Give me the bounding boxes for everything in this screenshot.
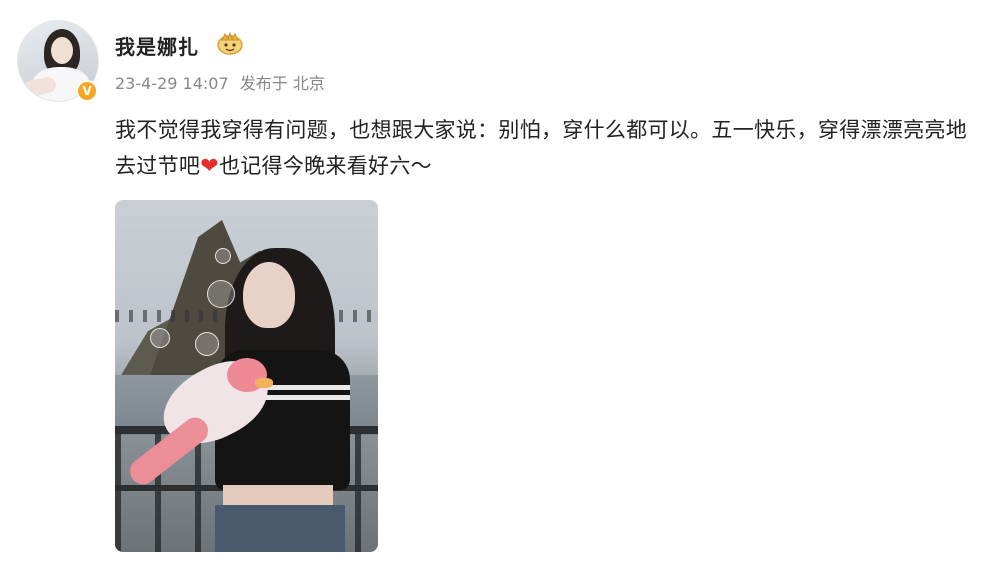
red-heart-icon: ❤ xyxy=(200,154,219,179)
image-top-stripe xyxy=(265,385,350,390)
image-bubble xyxy=(195,332,219,356)
image-bubble xyxy=(207,280,235,308)
avatar-face xyxy=(51,37,73,64)
image-top-stripe xyxy=(265,395,350,400)
post-content: 我不觉得我穿得有问题，也想跟大家说：别怕，穿什么都可以。五一快乐，穿得漂漂亮亮地… xyxy=(115,112,975,185)
image-bubble xyxy=(215,248,231,264)
crown-badge-icon[interactable] xyxy=(215,31,245,55)
weibo-post: V 我是娜扎 23-4-29 14:07 发布于 北京 我不觉得我穿得有问题，也… xyxy=(0,0,1000,567)
post-image[interactable] xyxy=(115,200,378,552)
verified-badge-icon: V xyxy=(76,80,98,102)
image-person-waist xyxy=(223,485,333,507)
post-date[interactable]: 23-4-29 14:07 xyxy=(115,74,229,93)
post-text-part2: 也记得今晚来看好六～ xyxy=(218,154,432,178)
image-person-jeans xyxy=(215,505,345,552)
image-toy-beak xyxy=(255,378,273,388)
username[interactable]: 我是娜扎 xyxy=(115,31,199,60)
image-person-face xyxy=(243,262,295,328)
image-bubble xyxy=(150,328,170,348)
post-location: 发布于 北京 xyxy=(239,74,325,93)
post-meta: 23-4-29 14:07 发布于 北京 xyxy=(115,70,331,94)
